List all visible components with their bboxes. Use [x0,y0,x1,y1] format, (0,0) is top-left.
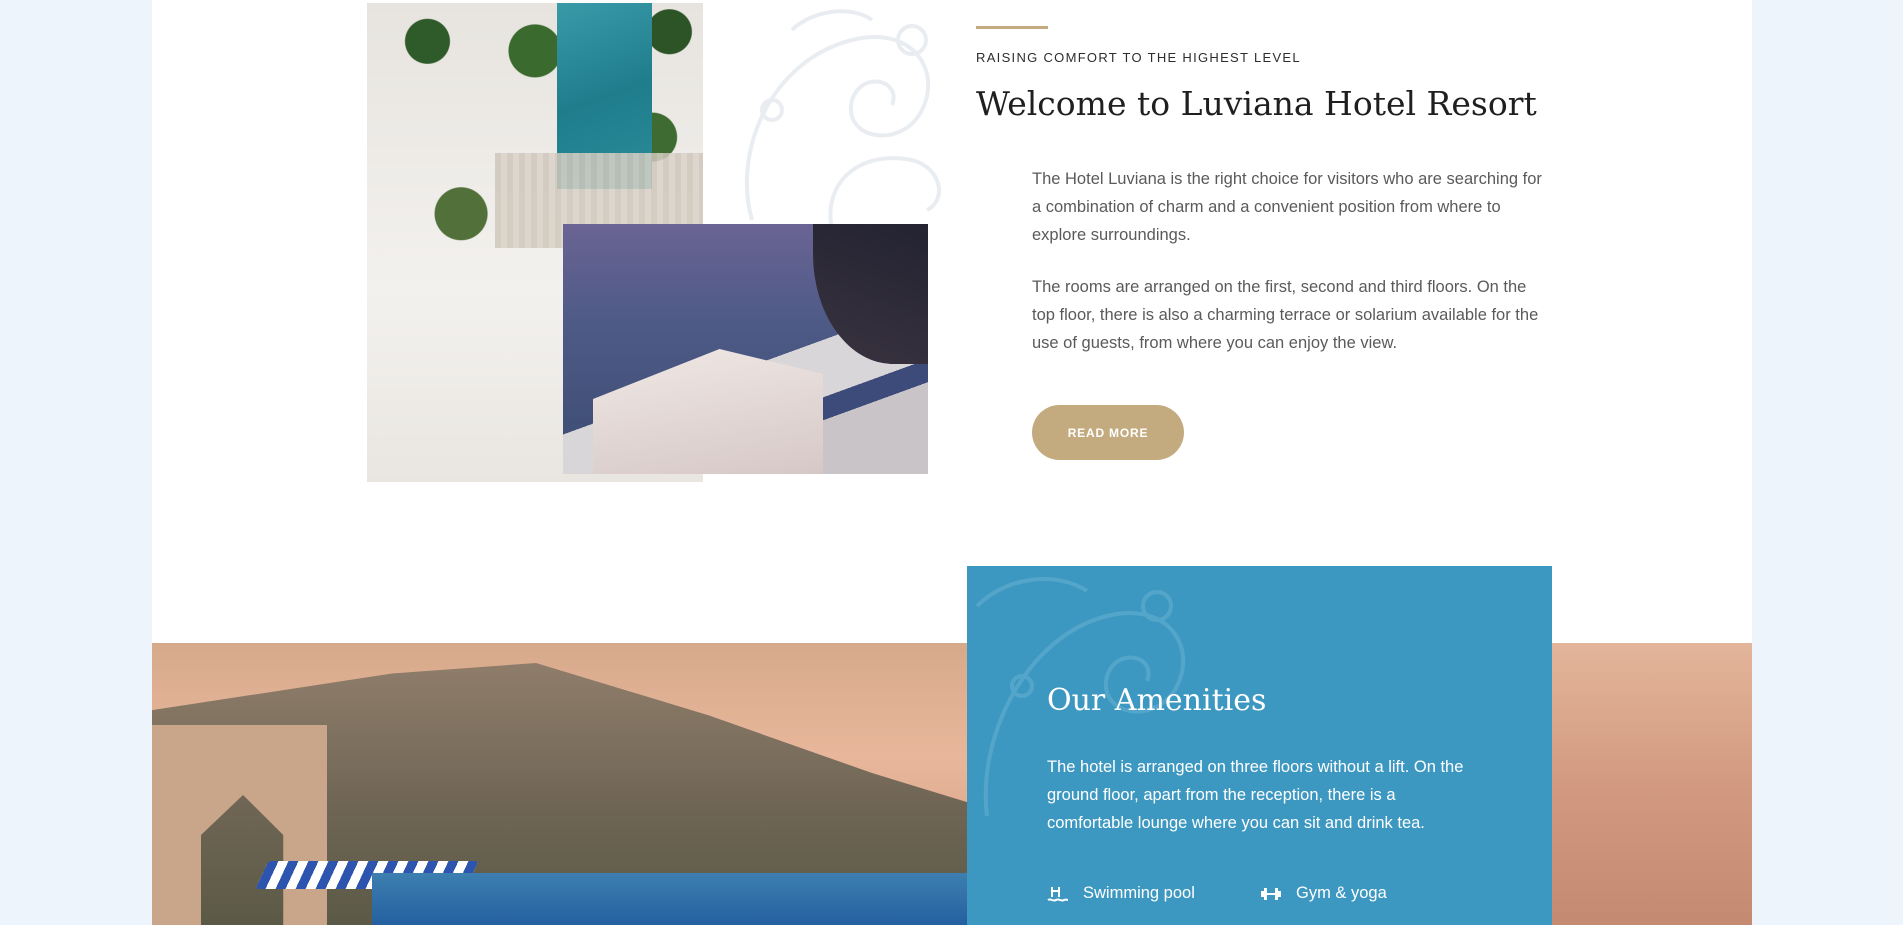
santorini-terrace-photo [563,224,928,474]
amenity-gym-yoga: Gym & yoga [1260,884,1387,903]
amenity-swimming-pool: Swimming pool [1047,884,1195,903]
amenities-card: Our Amenities The hotel is arranged on t… [967,566,1552,925]
page-content: RAISING COMFORT TO THE HIGHEST LEVEL Wel… [152,0,1752,925]
amenities-description: The hotel is arranged on three floors wi… [1047,758,1464,832]
cliff [813,224,928,364]
sea-view [1552,643,1752,925]
welcome-title: Welcome to Luviana Hotel Resort [976,84,1537,123]
accent-divider [976,26,1048,29]
intro-paragraph: The Hotel Luviana is the right choice fo… [1032,170,1542,244]
amenity-label: Swimming pool [1083,884,1195,902]
white-terrace [593,349,823,474]
amenities-title: Our Amenities [1047,683,1267,718]
rooms-paragraph: The rooms are arranged on the first, sec… [1032,278,1539,352]
swimming-pool-icon [1047,886,1069,902]
amenity-label: Gym & yoga [1296,884,1387,902]
dumbbell-icon [1261,887,1281,900]
decorative-ornament-icon [744,9,941,230]
section-eyebrow: RAISING COMFORT TO THE HIGHEST LEVEL [976,50,1301,65]
read-more-button[interactable]: READ MORE [1032,405,1184,460]
